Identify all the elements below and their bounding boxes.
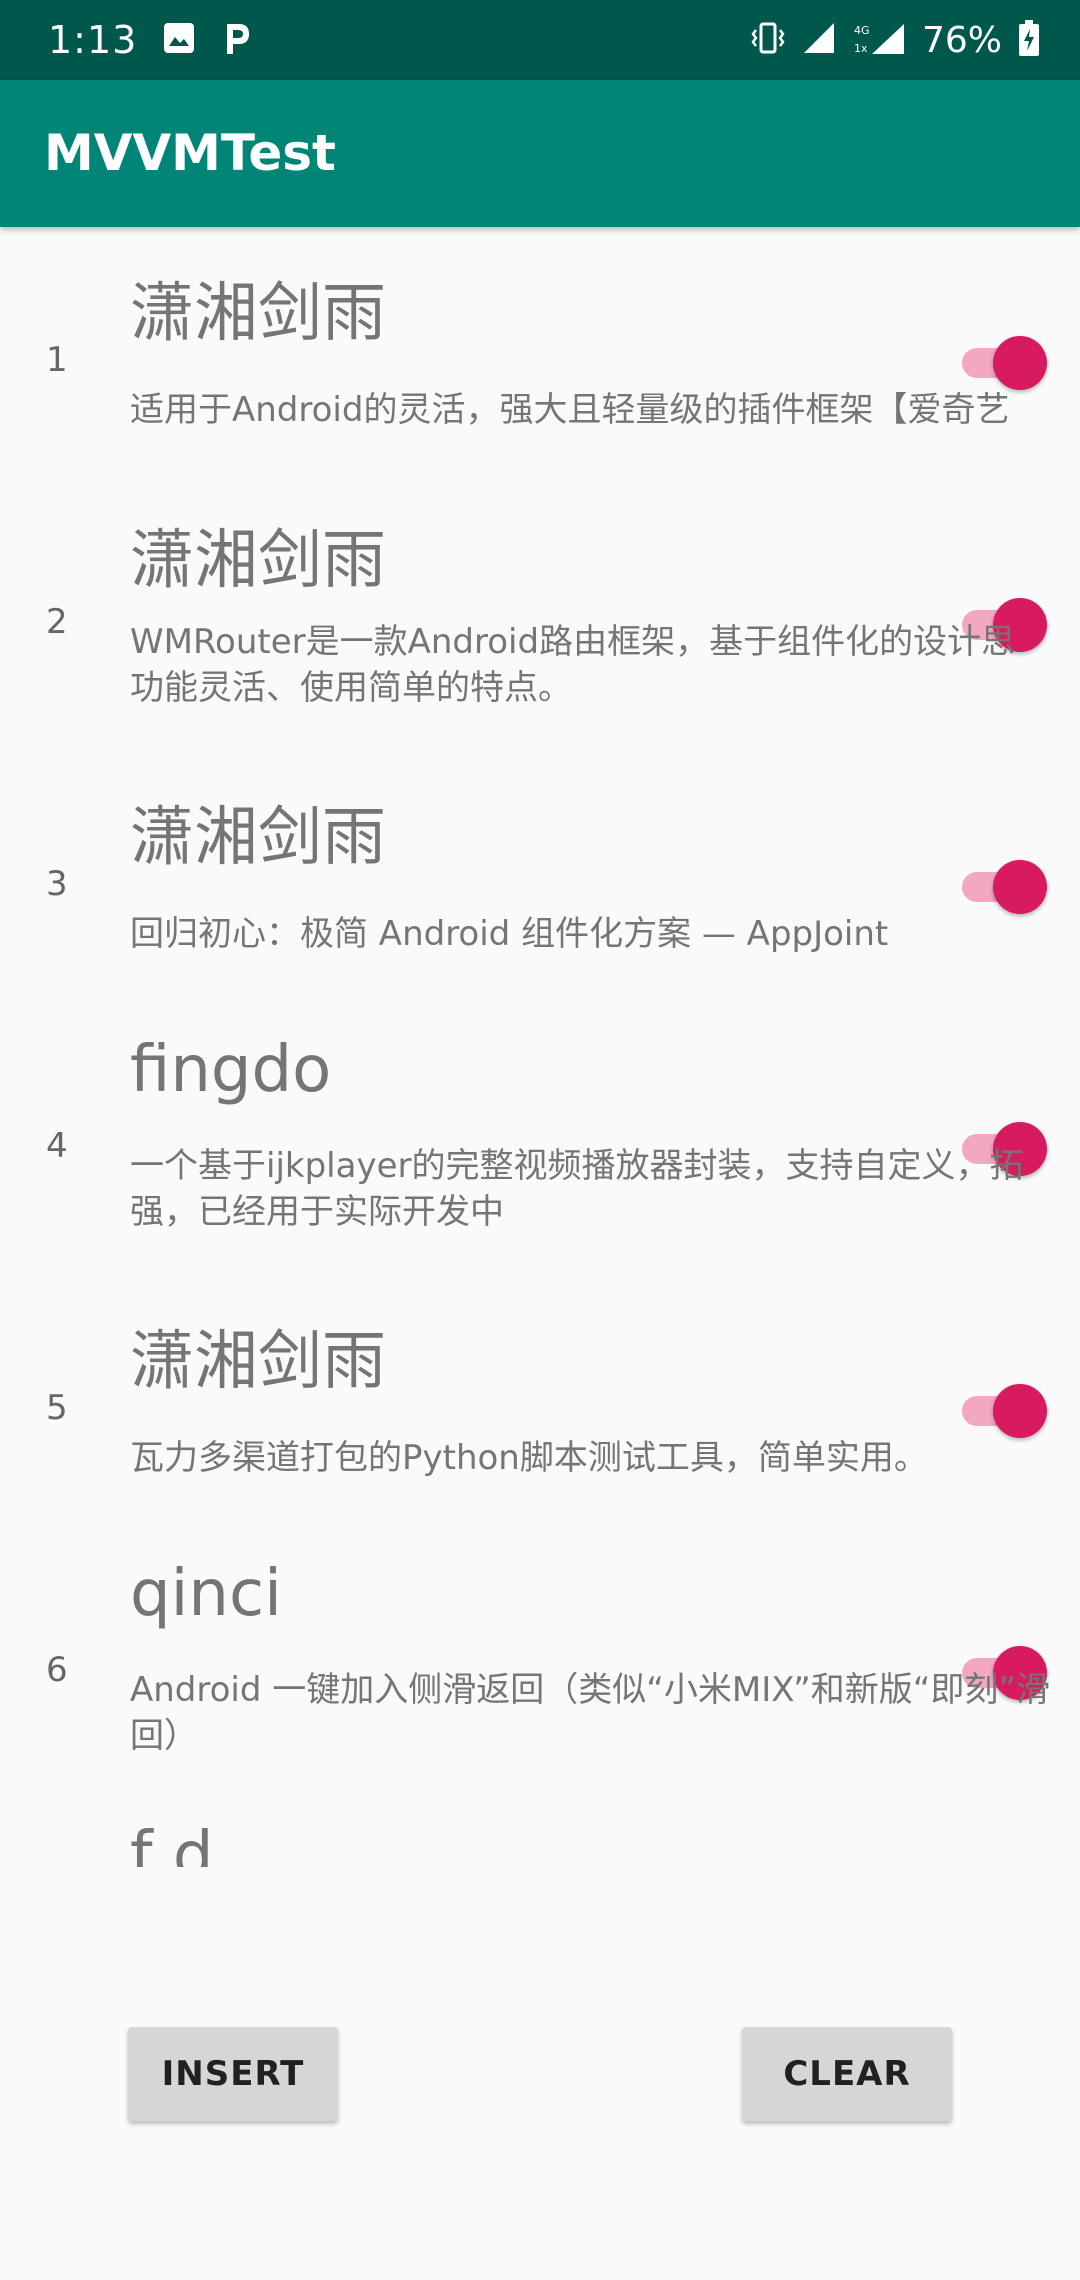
item-title: fingdo xyxy=(130,1033,332,1107)
svg-text:1x: 1x xyxy=(854,42,868,55)
status-bar: 1:13 4G 1x 76% xyxy=(0,0,1080,80)
item-description: 回归初心：极简 Android 组件化方案 — AppJoint xyxy=(130,914,889,954)
item-index: 1 xyxy=(46,340,68,380)
item-title: 潇湘剑雨 xyxy=(130,801,386,875)
item-switch[interactable] xyxy=(960,334,1047,390)
insert-button[interactable]: INSERT xyxy=(128,2027,338,2121)
status-right: 4G 1x 76% xyxy=(750,0,1040,80)
switch-thumb xyxy=(993,1384,1047,1438)
app-bar: MVVMTest xyxy=(0,80,1080,227)
item-switch[interactable] xyxy=(960,1382,1047,1438)
item-title: 潇湘剑雨 xyxy=(130,277,386,351)
recycler-list[interactable]: 1 潇湘剑雨 适用于Android的灵活，强大且轻量级的插件框架【爱奇艺 2 潇… xyxy=(0,227,1080,1867)
battery-charging-icon xyxy=(1018,19,1040,61)
item-description: 适用于Android的灵活，强大且轻量级的插件框架【爱奇艺 xyxy=(130,390,1010,430)
list-item[interactable]: 5 潇湘剑雨 瓦力多渠道打包的Python脚本测试工具，简单实用。 xyxy=(0,1275,1080,1537)
list-item[interactable]: 6 qinci Android 一键加入侧滑返回（类似“小米MIX”和新版“即刻… xyxy=(0,1537,1080,1799)
item-title: f d xyxy=(130,1819,214,1867)
status-time: 1:13 xyxy=(48,18,138,62)
item-title: 潇湘剑雨 xyxy=(130,524,386,598)
battery-percent: 76% xyxy=(921,19,1002,61)
parking-icon xyxy=(221,20,253,60)
image-icon xyxy=(163,22,195,58)
item-description: WMRouter是一款Android路由框架，基于组件化的设计思 功能灵活、使用… xyxy=(130,622,1016,708)
clear-button[interactable]: CLEAR xyxy=(742,2027,952,2121)
item-index: 4 xyxy=(46,1126,68,1166)
list-item[interactable]: f d xyxy=(0,1799,1080,1867)
item-index: 2 xyxy=(46,602,68,642)
item-index: 6 xyxy=(46,1650,68,1690)
signal-icon xyxy=(802,21,836,59)
list-item[interactable]: 1 潇湘剑雨 适用于Android的灵活，强大且轻量级的插件框架【爱奇艺 xyxy=(0,227,1080,489)
item-description: 一个基于ijkplayer的完整视频播放器封装，支持自定义，拓 强，已经用于实际… xyxy=(130,1146,1024,1232)
item-description: Android 一键加入侧滑返回（类似“小米MIX”和新版“即刻”滑 回） xyxy=(130,1670,1050,1756)
switch-thumb xyxy=(993,336,1047,390)
item-index: 3 xyxy=(46,864,68,904)
item-index: 5 xyxy=(46,1388,68,1428)
app-title: MVVMTest xyxy=(44,124,336,182)
list-item[interactable]: 4 fingdo 一个基于ijkplayer的完整视频播放器封装，支持自定义，拓… xyxy=(0,1013,1080,1275)
item-description: 瓦力多渠道打包的Python脚本测试工具，简单实用。 xyxy=(130,1438,928,1478)
status-left: 1:13 xyxy=(48,0,253,80)
vibrate-icon xyxy=(750,20,786,60)
list-item[interactable]: 2 潇湘剑雨 WMRouter是一款Android路由框架，基于组件化的设计思 … xyxy=(0,489,1080,751)
item-title: 潇湘剑雨 xyxy=(130,1325,386,1399)
list-item[interactable]: 3 潇湘剑雨 回归初心：极简 Android 组件化方案 — AppJoint xyxy=(0,751,1080,1013)
data-4g-icon: 4G 1x xyxy=(852,20,906,60)
svg-text:4G: 4G xyxy=(854,24,870,37)
switch-thumb xyxy=(993,860,1047,914)
item-switch[interactable] xyxy=(960,858,1047,914)
item-title: qinci xyxy=(130,1557,282,1631)
